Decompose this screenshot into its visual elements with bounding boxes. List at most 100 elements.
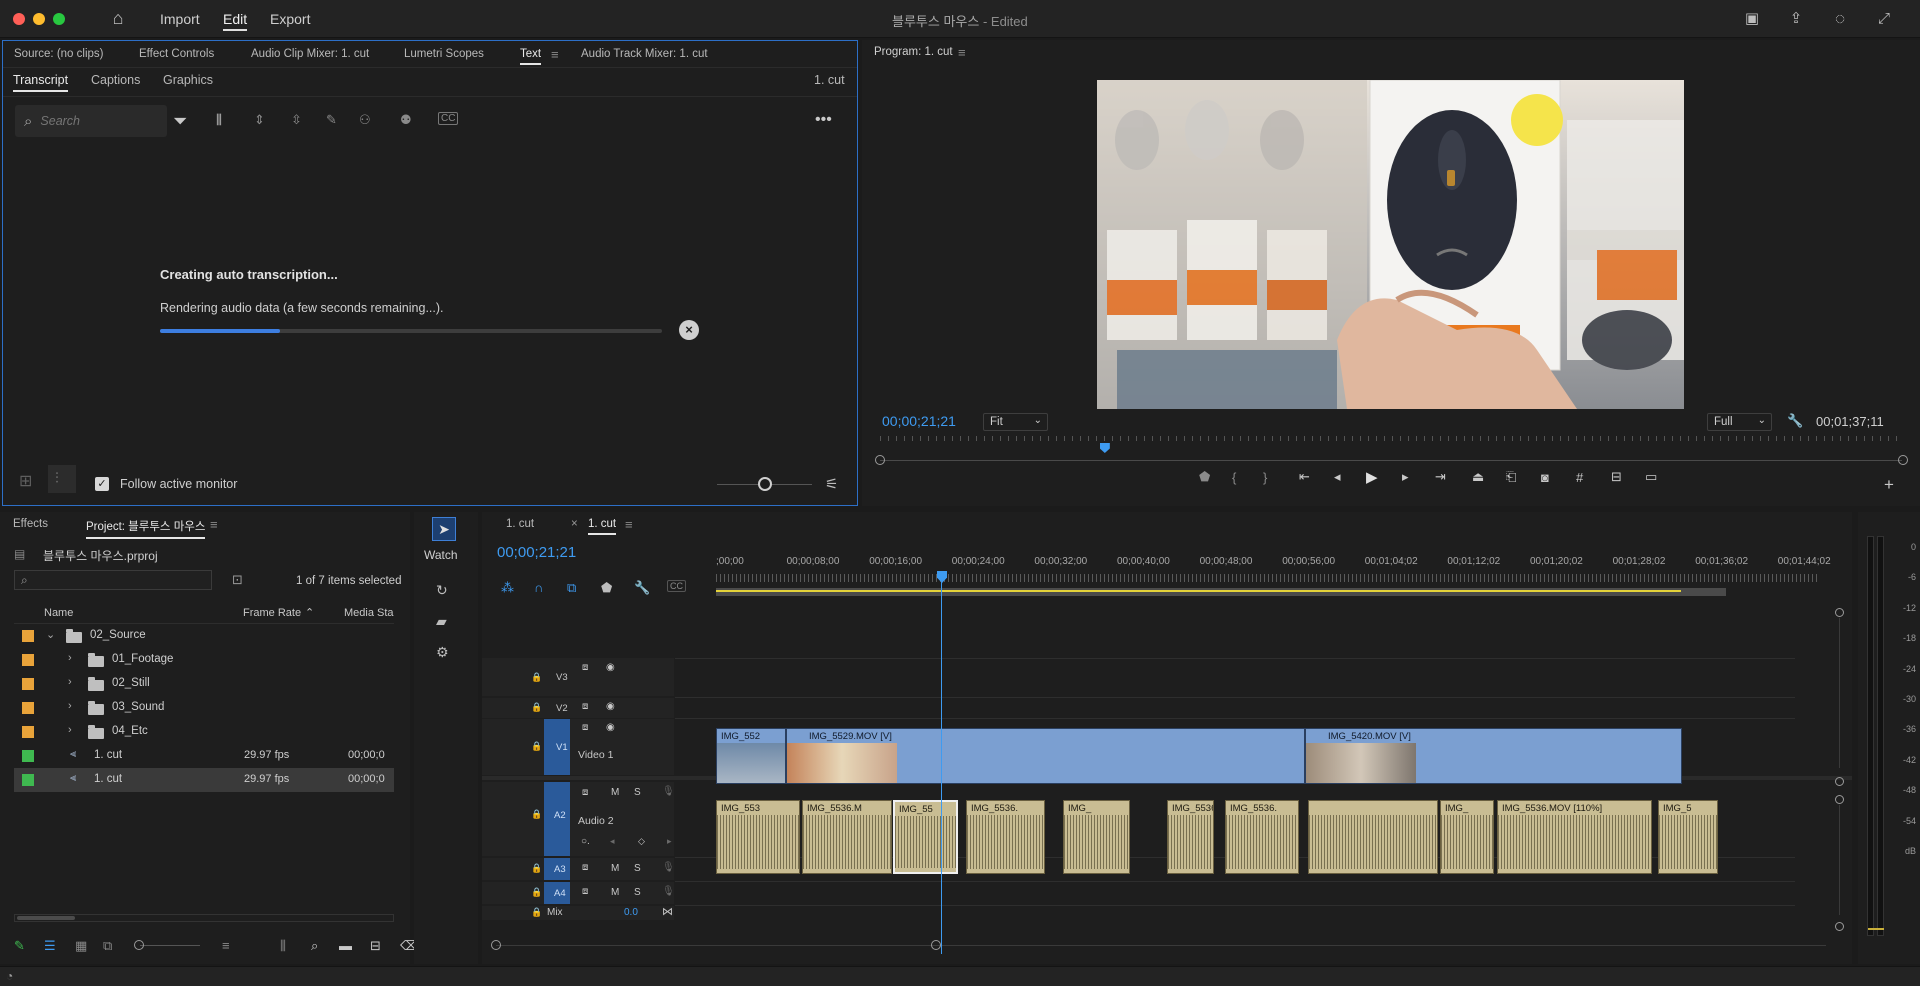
cancel-transcription-icon[interactable]: × bbox=[679, 320, 699, 340]
tab-effect-controls[interactable]: Effect Controls bbox=[139, 48, 214, 60]
program-timecode[interactable]: 00;00;21;21 bbox=[882, 413, 956, 429]
tab-effects[interactable]: Effects bbox=[13, 518, 48, 530]
chevron-right-icon[interactable]: › bbox=[68, 724, 72, 736]
sort-icons-icon[interactable]: ≡ bbox=[222, 938, 230, 953]
tab-source[interactable]: Source: (no clips) bbox=[14, 48, 103, 60]
pencil-icon[interactable]: ✎ bbox=[326, 112, 337, 128]
audio-vertical-scrollbar[interactable] bbox=[1839, 805, 1840, 915]
panel-menu-icon[interactable]: ≡ bbox=[551, 47, 559, 62]
workspaces-icon[interactable]: ▣ bbox=[1742, 9, 1762, 29]
folder-icon[interactable]: ▰ bbox=[436, 613, 447, 630]
icon-view-icon[interactable]: ▦ bbox=[75, 938, 87, 954]
lock-icon[interactable]: 🔒 bbox=[531, 863, 542, 874]
list-view-icon[interactable]: ☰ bbox=[44, 938, 56, 954]
fullscreen-icon[interactable]: ⤢ bbox=[1874, 9, 1894, 29]
mark-out-icon[interactable]: } bbox=[1263, 470, 1267, 485]
audio-clip[interactable]: IMG_5536. bbox=[1225, 800, 1299, 874]
h-scroll-handle[interactable] bbox=[491, 940, 501, 950]
lock-icon[interactable]: 🔒 bbox=[531, 809, 542, 820]
audio-clip[interactable] bbox=[1308, 800, 1438, 874]
minimize-window-button[interactable] bbox=[33, 13, 45, 25]
video-vertical-scrollbar[interactable] bbox=[1839, 618, 1840, 768]
close-window-button[interactable] bbox=[13, 13, 25, 25]
scrub-end-handle[interactable] bbox=[1898, 455, 1908, 465]
scrollbar-thumb[interactable] bbox=[17, 916, 75, 920]
solo-button[interactable]: S bbox=[634, 787, 641, 798]
playback-resolution-dropdown[interactable]: Full ⌄ bbox=[1707, 413, 1772, 431]
tab-project[interactable]: Project: 블루투스 마우스 bbox=[86, 518, 206, 539]
chevron-right-icon[interactable]: › bbox=[68, 700, 72, 712]
lock-icon[interactable]: 🔒 bbox=[531, 907, 542, 918]
chevron-right-icon[interactable]: › bbox=[68, 652, 72, 664]
linked-selection-icon[interactable]: ⧉ bbox=[567, 580, 576, 596]
menu-edit[interactable]: Edit bbox=[223, 11, 248, 31]
project-menu-icon[interactable]: ≡ bbox=[210, 517, 218, 532]
column-name[interactable]: Name bbox=[44, 607, 73, 619]
step-back-icon[interactable]: ◂ bbox=[1334, 469, 1341, 485]
v-scroll-handle[interactable] bbox=[1835, 922, 1844, 931]
v-scroll-handle[interactable] bbox=[1835, 608, 1844, 617]
mute-button[interactable]: M bbox=[611, 887, 619, 898]
audio-clip[interactable]: IMG_5536. bbox=[966, 800, 1045, 874]
speakers-icon[interactable]: ⚉ bbox=[400, 112, 412, 128]
tab-lumetri-scopes[interactable]: Lumetri Scopes bbox=[404, 48, 484, 60]
expand-icon[interactable]: ⇕ bbox=[254, 112, 265, 128]
automate-icon[interactable]: ⫼ bbox=[280, 938, 286, 954]
add-marker-icon[interactable]: ⬟ bbox=[1199, 469, 1210, 485]
sync-lock-icon[interactable]: ⧈ bbox=[582, 886, 588, 897]
program-playhead[interactable] bbox=[1099, 443, 1110, 453]
lock-icon[interactable]: 🔒 bbox=[531, 672, 542, 683]
timeline-captions-icon[interactable]: CC bbox=[667, 580, 686, 592]
zoom-slider-thumb[interactable] bbox=[758, 477, 772, 491]
settings-sliders-icon[interactable]: ⚟ bbox=[825, 475, 838, 493]
project-bin-row[interactable]: › 04_Etc bbox=[14, 720, 394, 744]
timeline-ruler[interactable]: ;00;00 00;00;08;00 00;00;16;00 00;00;24;00 0… bbox=[716, 556, 1831, 596]
tab-audio-clip-mixer[interactable]: Audio Clip Mixer: 1. cut bbox=[251, 48, 369, 60]
speaker-icon[interactable]: ⚇ bbox=[359, 112, 371, 128]
solo-button[interactable]: S bbox=[634, 887, 641, 898]
selection-tool-icon[interactable]: ➤ bbox=[432, 517, 456, 541]
label-color-swatch[interactable] bbox=[22, 702, 34, 714]
menu-export[interactable]: Export bbox=[270, 11, 310, 27]
search-field[interactable]: ⌕ bbox=[15, 105, 167, 137]
insert-nest-icon[interactable]: ⁂ bbox=[501, 580, 514, 596]
sync-lock-icon[interactable]: ⧈ bbox=[582, 787, 588, 798]
home-icon[interactable]: ⌂ bbox=[108, 8, 128, 28]
share-icon[interactable]: ⇪ bbox=[1786, 9, 1806, 29]
label-color-swatch[interactable] bbox=[22, 750, 34, 762]
timeline-timecode[interactable]: 00;00;21;21 bbox=[497, 544, 576, 561]
lock-icon[interactable]: 🔒 bbox=[531, 702, 542, 713]
menu-import[interactable]: Import bbox=[160, 11, 200, 27]
audio-clip[interactable]: IMG_5536.M bbox=[802, 800, 892, 874]
sync-lock-icon[interactable]: ⧈ bbox=[582, 722, 588, 733]
zoom-fit-dropdown[interactable]: Fit ⌄ bbox=[983, 413, 1048, 431]
project-zoom-thumb[interactable] bbox=[134, 940, 144, 950]
snap-icon[interactable]: ∩ bbox=[534, 580, 543, 595]
new-bin-from-search-icon[interactable]: ⊡ bbox=[232, 572, 243, 588]
more-icon[interactable]: ••• bbox=[815, 111, 832, 129]
go-to-out-icon[interactable]: ⇥ bbox=[1435, 469, 1446, 485]
solo-button[interactable]: S bbox=[634, 863, 641, 874]
sort-ascending-icon[interactable]: ⌃ bbox=[305, 606, 314, 619]
align-view-button[interactable]: ⫶ bbox=[48, 465, 76, 493]
eye-icon[interactable]: ◉ bbox=[606, 701, 615, 712]
wrench-icon[interactable]: 🔧 bbox=[1787, 413, 1803, 429]
safe-margins-icon[interactable]: ▭ bbox=[1645, 469, 1657, 485]
timeline-marker-icon[interactable]: ⬟ bbox=[601, 580, 612, 596]
audio-clip[interactable]: IMG_5536.MOV [110%] bbox=[1497, 800, 1652, 874]
v-scroll-handle[interactable] bbox=[1835, 795, 1844, 804]
audio-clip[interactable]: IMG_5536. bbox=[1167, 800, 1214, 874]
v-scroll-handle[interactable] bbox=[1835, 777, 1844, 786]
new-bin-icon[interactable]: ▬ bbox=[339, 938, 352, 953]
h-scroll-handle[interactable] bbox=[931, 940, 941, 950]
camera-icon[interactable]: ◙ bbox=[1541, 470, 1549, 485]
subtab-graphics[interactable]: Graphics bbox=[163, 73, 213, 87]
project-bin-row[interactable]: › 01_Footage bbox=[14, 648, 394, 672]
filter-icon[interactable]: ⏷ bbox=[173, 111, 187, 132]
column-frame-rate[interactable]: Frame Rate bbox=[243, 607, 301, 619]
keyframe-icon[interactable]: ○. bbox=[581, 836, 590, 847]
audio-clip[interactable]: IMG_5 bbox=[1658, 800, 1718, 874]
follow-monitor-checkbox[interactable]: ✓ bbox=[95, 477, 109, 491]
project-bin-row[interactable]: › 03_Sound bbox=[14, 696, 394, 720]
comparison-icon[interactable]: ⊟ bbox=[1611, 469, 1622, 485]
